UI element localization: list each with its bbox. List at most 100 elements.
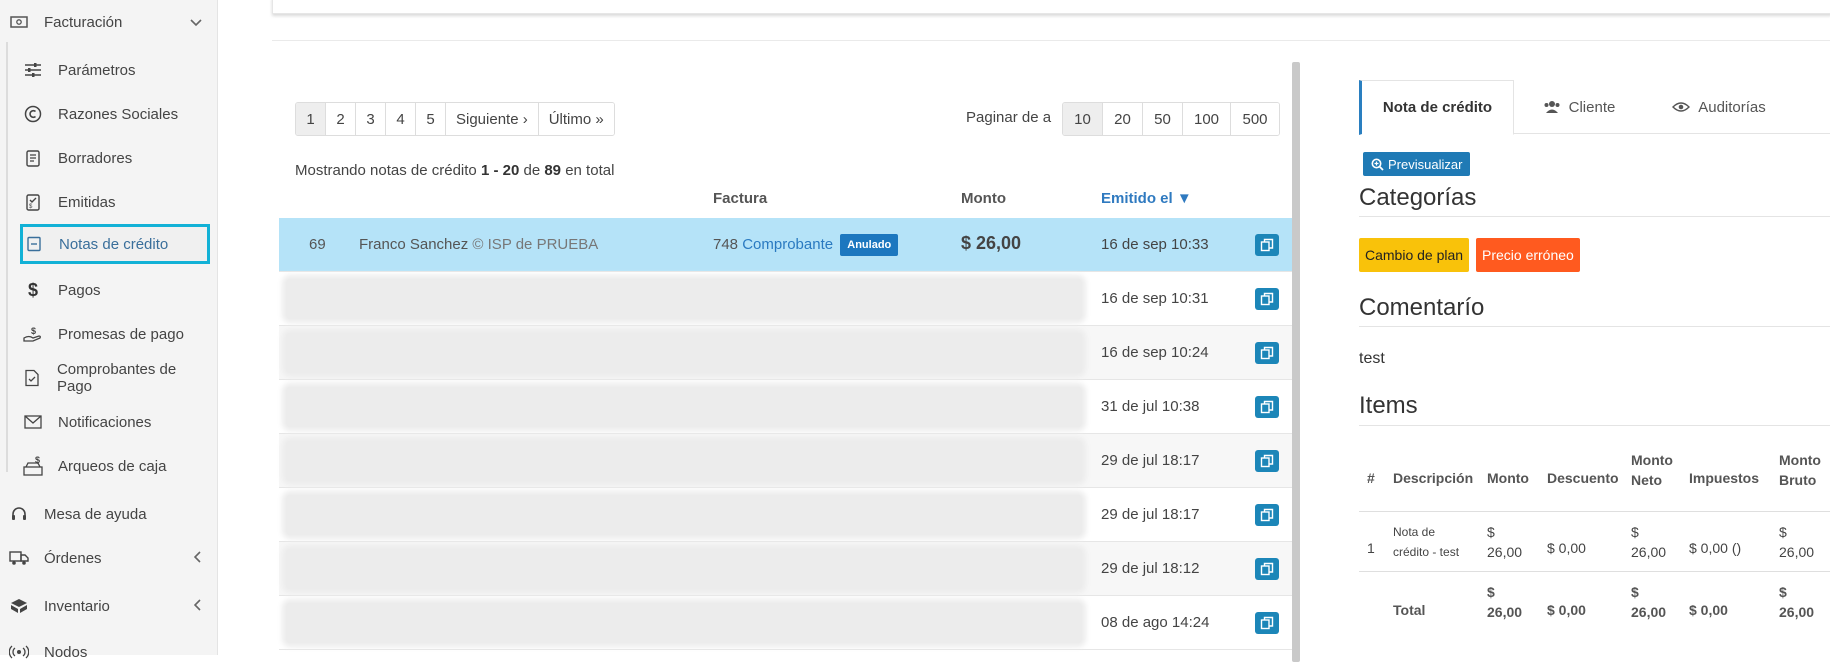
divider xyxy=(1359,571,1830,572)
page-4-button[interactable]: 4 xyxy=(386,103,416,135)
items-header: Monto Bruto xyxy=(1779,452,1821,488)
eye-icon xyxy=(1672,101,1691,113)
pagination: 1 2 3 4 5 Siguiente › Último » xyxy=(295,102,615,136)
copy-button[interactable] xyxy=(1255,612,1279,634)
per-page-10-button[interactable]: 10 xyxy=(1063,103,1103,135)
column-header-emitido[interactable]: Emitido el ▼ xyxy=(1101,190,1192,207)
items-header: Monto Neto xyxy=(1631,452,1673,488)
page-3-button[interactable]: 3 xyxy=(356,103,386,135)
table-row-selected[interactable]: 69 Franco Sanchez © ISP de PRUEBA 748 Co… xyxy=(279,218,1299,272)
sidebar-item-emitidas[interactable]: $ Emitidas xyxy=(22,182,208,222)
per-page-500-button[interactable]: 500 xyxy=(1231,103,1279,135)
total-descuento: $ 0,00 xyxy=(1547,602,1586,618)
tab-auditorias[interactable]: Auditorías xyxy=(1644,80,1794,134)
sidebar-section-label: Inventario xyxy=(44,597,110,615)
copy-icon xyxy=(1260,616,1274,630)
page-2-button[interactable]: 2 xyxy=(326,103,356,135)
sidebar-item-label: Emitidas xyxy=(58,193,116,211)
summary-suffix: en total xyxy=(565,162,615,179)
copy-button[interactable] xyxy=(1255,558,1279,580)
row-date: 16 de sep 10:31 xyxy=(1101,290,1209,307)
sidebar-section-inventario[interactable]: Inventario xyxy=(0,586,218,626)
sidebar-item-notificaciones[interactable]: Notificaciones xyxy=(22,402,208,442)
sidebar-section-nodos[interactable]: Nodos xyxy=(0,632,218,672)
copy-icon xyxy=(1260,238,1274,252)
row-client: Franco Sanchez © ISP de PRUEBA xyxy=(359,218,598,272)
table-row[interactable]: 08 de ago 14:24 xyxy=(279,596,1299,650)
summary-range: 1 - 20 xyxy=(480,162,520,179)
per-page-100-button[interactable]: 100 xyxy=(1183,103,1231,135)
sidebar-section-label: Nodos xyxy=(44,643,88,661)
sidebar-section-facturacion[interactable]: Facturación xyxy=(0,2,218,42)
table-row[interactable]: 29 de jul 18:12 xyxy=(279,542,1299,596)
total-monto: $ 26,00 xyxy=(1487,584,1523,620)
top-panel-edge xyxy=(272,0,1830,14)
sidebar-item-label: Pagos xyxy=(58,281,101,299)
sidebar-item-comprobantes-de-pago[interactable]: Comprobantes de Pago xyxy=(22,358,208,398)
sidebar-item-promesas-de-pago[interactable]: $ Promesas de pago xyxy=(22,314,208,354)
tab-nota-de-credito[interactable]: Nota de crédito xyxy=(1359,80,1514,135)
redacted-content xyxy=(286,441,1082,481)
boxes-icon xyxy=(8,598,30,614)
divider xyxy=(272,40,1830,41)
summary-prefix: Mostrando notas de crédito xyxy=(295,162,477,179)
item-impuestos: $ 0,00 () xyxy=(1689,540,1742,556)
row-date: 31 de jul 10:38 xyxy=(1101,398,1200,415)
page-1-button[interactable]: 1 xyxy=(296,103,326,135)
items-header: # xyxy=(1367,470,1375,486)
copy-button[interactable] xyxy=(1255,450,1279,472)
users-icon xyxy=(1543,100,1561,114)
page-5-button[interactable]: 5 xyxy=(416,103,446,135)
hand-money-icon: $ xyxy=(22,325,44,343)
table-row[interactable]: 29 de jul 18:17 xyxy=(279,434,1299,488)
sidebar-item-razones-sociales[interactable]: Razones Sociales xyxy=(22,94,208,134)
copy-button[interactable] xyxy=(1255,504,1279,526)
per-page-50-button[interactable]: 50 xyxy=(1143,103,1183,135)
redacted-content xyxy=(286,333,1082,373)
copy-button[interactable] xyxy=(1255,396,1279,418)
table-row[interactable]: 29 de jul 18:17 xyxy=(279,488,1299,542)
preview-label: Previsualizar xyxy=(1388,156,1463,172)
items-title: Items xyxy=(1359,392,1418,419)
row-date: 29 de jul 18:17 xyxy=(1101,452,1200,469)
per-page-20-button[interactable]: 20 xyxy=(1103,103,1143,135)
items-header: Descripción xyxy=(1393,470,1474,486)
summary-total: 89 xyxy=(544,162,562,179)
sidebar-item-label: Notas de crédito xyxy=(59,235,169,253)
sidebar-item-arqueos-de-caja[interactable]: $ Arqueos de caja xyxy=(22,446,208,486)
copy-button[interactable] xyxy=(1255,342,1279,364)
total-bruto: $ 26,00 xyxy=(1779,584,1815,620)
sidebar-item-parametros[interactable]: Parámetros xyxy=(22,50,208,90)
item-number: 1 xyxy=(1367,540,1375,556)
copy-button[interactable] xyxy=(1255,234,1279,256)
copy-icon xyxy=(1260,562,1274,576)
divider xyxy=(1359,511,1830,512)
sidebar-item-label: Comprobantes de Pago xyxy=(56,361,177,395)
row-date: 29 de jul 18:12 xyxy=(1101,560,1200,577)
divider xyxy=(1359,216,1830,217)
invoice-link[interactable]: Comprobante xyxy=(742,236,833,253)
sidebar-section-mesa-de-ayuda[interactable]: Mesa de ayuda xyxy=(0,494,218,534)
table-row[interactable]: 31 de jul 10:38 xyxy=(279,380,1299,434)
redacted-content xyxy=(286,279,1082,319)
table-row[interactable]: 16 de sep 10:31 xyxy=(279,272,1299,326)
copyright-icon xyxy=(22,105,44,123)
submenu-tree-line xyxy=(6,42,8,472)
copy-icon xyxy=(1260,400,1274,414)
last-page-button[interactable]: Último » xyxy=(538,103,614,135)
invoice-number: 748 xyxy=(713,236,739,253)
sidebar-item-borradores[interactable]: Borradores xyxy=(22,138,208,178)
item-descuento: $ 0,00 xyxy=(1547,540,1586,556)
copyright-icon: © xyxy=(472,236,484,253)
next-page-button[interactable]: Siguiente › xyxy=(446,103,539,135)
total-impuestos: $ 0,00 xyxy=(1689,602,1728,618)
sidebar-section-ordenes[interactable]: Órdenes xyxy=(0,538,218,578)
table-row[interactable]: 16 de sep 10:24 xyxy=(279,326,1299,380)
copy-button[interactable] xyxy=(1255,288,1279,310)
sidebar-item-notas-de-credito[interactable]: Notas de crédito xyxy=(20,224,210,264)
preview-button[interactable]: Previsualizar xyxy=(1363,152,1471,176)
panel-scrollbar[interactable] xyxy=(1292,62,1300,662)
tab-cliente[interactable]: Cliente xyxy=(1514,80,1644,134)
sidebar-item-pagos[interactable]: $ Pagos xyxy=(22,270,208,310)
company-name: ISP de PRUEBA xyxy=(487,236,599,253)
